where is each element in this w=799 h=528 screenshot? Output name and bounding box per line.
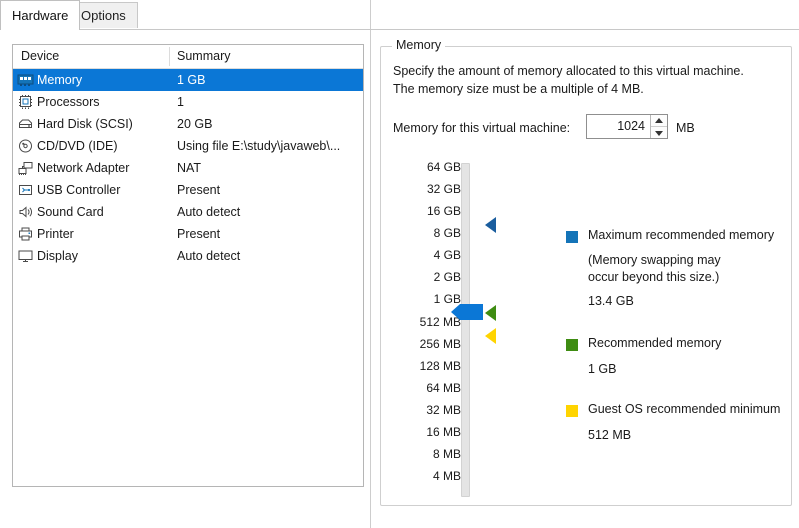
panel-splitter[interactable]: [370, 0, 371, 528]
scale-label: 8 GB: [433, 226, 461, 240]
device-name: Display: [37, 249, 78, 263]
sound-card-icon: [17, 204, 34, 220]
device-summary: Present: [177, 183, 221, 197]
device-summary: 1 GB: [177, 73, 206, 87]
recommended-memory-marker-icon: [485, 305, 496, 321]
maximum-memory-note-line2: occur beyond this size.): [588, 270, 720, 284]
maximum-memory-note: (Memory swapping may occur beyond this s…: [588, 252, 721, 286]
display-icon: [17, 248, 34, 264]
scale-label: 8 MB: [432, 447, 461, 461]
memory-icon: [17, 72, 34, 88]
scale-label: 32 GB: [426, 182, 461, 196]
guest-minimum-value: 512 MB: [588, 428, 632, 442]
table-row[interactable]: Sound Card Auto detect: [13, 201, 363, 223]
table-row[interactable]: Hard Disk (SCSI) 20 GB: [13, 113, 363, 135]
device-name: Network Adapter: [37, 161, 130, 175]
device-name: CD/DVD (IDE): [37, 139, 118, 153]
memory-field-label: Memory for this virtual machine:: [393, 121, 571, 135]
maximum-memory-note-line1: (Memory swapping may: [588, 253, 721, 267]
table-row[interactable]: Display Auto detect: [13, 245, 363, 267]
tab-hardware[interactable]: Hardware: [0, 0, 81, 30]
memory-value-input[interactable]: 1024: [587, 115, 649, 138]
scale-label: 256 MB: [419, 337, 461, 351]
recommended-memory-title: Recommended memory: [588, 336, 722, 350]
device-summary: Auto detect: [177, 205, 241, 219]
column-header-summary: Summary: [177, 49, 231, 63]
scale-label: 128 MB: [419, 359, 461, 373]
guest-minimum-swatch-icon: [566, 405, 578, 417]
memory-stepper-buttons: [650, 115, 667, 138]
memory-stepper-down-button[interactable]: [651, 127, 667, 138]
memory-unit-label: MB: [676, 121, 695, 135]
table-row[interactable]: Printer Present: [13, 223, 363, 245]
device-summary: Using file E:\study\javaweb\...: [177, 139, 341, 153]
device-summary: Present: [177, 227, 221, 241]
scale-label: 64 GB: [426, 160, 461, 174]
scale-label: 16 MB: [426, 425, 461, 439]
device-name: Printer: [37, 227, 74, 241]
scale-label: 32 MB: [426, 403, 461, 417]
device-summary: Auto detect: [177, 249, 241, 263]
scale-label: 4 GB: [433, 248, 461, 262]
memory-group-title: Memory: [392, 38, 446, 52]
maximum-memory-value: 13.4 GB: [588, 294, 634, 308]
maximum-memory-marker-icon: [485, 217, 496, 233]
memory-stepper-up-button[interactable]: [651, 115, 667, 127]
hard-disk-icon: [17, 116, 34, 132]
table-row[interactable]: Processors 1: [13, 91, 363, 113]
device-list-header: Device Summary: [13, 45, 363, 69]
column-header-device: Device: [21, 49, 60, 63]
tab-strip-underline: [0, 29, 799, 30]
table-row[interactable]: USB Controller Present: [13, 179, 363, 201]
device-name: Memory: [37, 73, 83, 87]
memory-slider-thumb[interactable]: [450, 303, 484, 321]
device-name: Sound Card: [37, 205, 104, 219]
printer-icon: [17, 226, 34, 242]
maximum-memory-swatch-icon: [566, 231, 578, 243]
guest-minimum-marker-icon: [485, 328, 496, 344]
scale-label: 2 GB: [433, 270, 461, 284]
device-name: Processors: [37, 95, 100, 109]
chevron-up-icon: [655, 118, 663, 123]
device-summary: 1: [177, 95, 184, 109]
table-row[interactable]: CD/DVD (IDE) Using file E:\study\javaweb…: [13, 135, 363, 157]
device-name: USB Controller: [37, 183, 121, 197]
scale-label: 4 MB: [432, 469, 461, 483]
memory-description: Specify the amount of memory allocated t…: [393, 62, 793, 98]
network-adapter-icon: [17, 160, 34, 176]
processor-icon: [17, 94, 34, 110]
scale-label: 16 GB: [426, 204, 461, 218]
table-row[interactable]: Memory 1 GB: [13, 69, 363, 91]
recommended-memory-swatch-icon: [566, 339, 578, 351]
maximum-memory-title: Maximum recommended memory: [588, 228, 775, 242]
memory-stepper[interactable]: 1024: [586, 114, 668, 139]
column-header-divider: [169, 47, 170, 66]
tab-strip: Hardware Options: [0, 0, 799, 30]
memory-description-line2: The memory size must be a multiple of 4 …: [393, 82, 644, 96]
cd-dvd-icon: [17, 138, 34, 154]
recommended-memory-value: 1 GB: [588, 362, 617, 376]
device-list[interactable]: Device Summary Memory 1 GB Processors 1 …: [12, 44, 364, 487]
memory-slider-track[interactable]: [461, 163, 470, 497]
device-summary: 20 GB: [177, 117, 213, 131]
memory-description-line1: Specify the amount of memory allocated t…: [393, 64, 744, 78]
usb-controller-icon: [17, 182, 34, 198]
chevron-down-icon: [655, 131, 663, 136]
scale-label: 64 MB: [426, 381, 461, 395]
device-summary: NAT: [177, 161, 202, 175]
device-name: Hard Disk (SCSI): [37, 117, 133, 131]
guest-minimum-title: Guest OS recommended minimum: [588, 402, 781, 416]
table-row[interactable]: Network Adapter NAT: [13, 157, 363, 179]
